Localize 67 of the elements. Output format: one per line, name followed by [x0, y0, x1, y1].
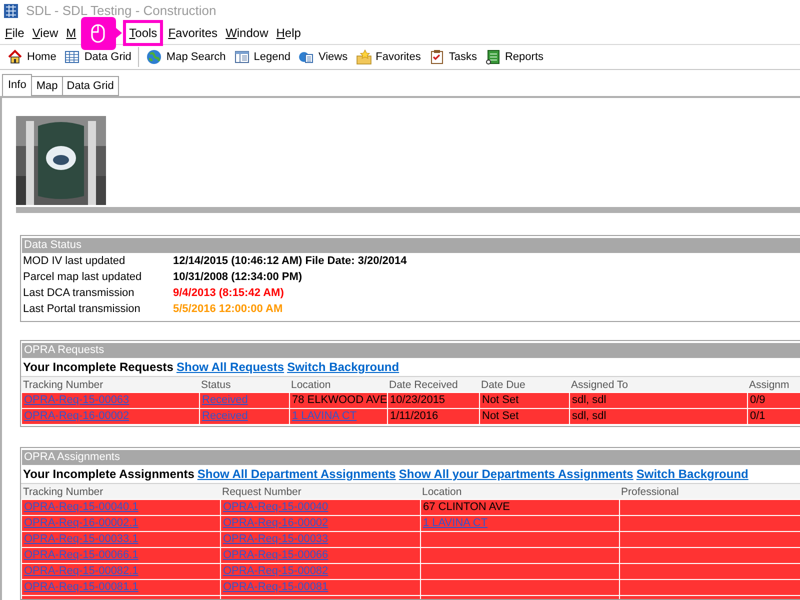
menu-item[interactable]: View — [28, 20, 62, 46]
field-value: 12/14/2015 (10:46:12 AM) File Date: 3/20/2014 — [173, 254, 407, 269]
toolbar-button[interactable]: Home — [4, 46, 60, 68]
app-logo-icon — [4, 4, 18, 18]
table-cell: 67 CLINTON AVE — [423, 501, 510, 513]
globe-document-icon — [298, 49, 314, 65]
tab[interactable]: Map — [32, 76, 63, 96]
link[interactable]: Switch Background — [287, 358, 400, 376]
house-icon — [7, 49, 23, 65]
menu-item[interactable]: Tools — [123, 20, 164, 46]
clipboard-icon — [428, 49, 445, 65]
field-value: 5/5/2016 12:00:00 AM — [173, 302, 283, 317]
column-header: Status — [200, 378, 232, 392]
table-cell: 78 ELKWOOD AVE — [292, 394, 388, 406]
column-header: Location — [290, 378, 332, 392]
tab[interactable]: Data Grid — [62, 76, 119, 96]
section-heading: Your Incomplete Requests — [23, 359, 174, 376]
star-folder-icon — [356, 49, 372, 65]
link[interactable]: Show All Department Assignments — [197, 465, 396, 483]
column-header: Assigned To — [570, 378, 630, 392]
window-title: SDL - SDL Testing - Construction — [26, 2, 216, 20]
toolbar-button[interactable]: Map Search — [143, 46, 229, 68]
field-value: 10/31/2008 (12:34:00 PM) — [173, 270, 302, 285]
table-cell: sdl, sdl — [572, 394, 606, 406]
menu-item[interactable]: Favorites — [164, 20, 222, 46]
section-header: Data Status — [22, 238, 800, 253]
toolbar-button[interactable]: Favorites — [352, 46, 424, 68]
table-cell: 0/1 — [750, 410, 766, 422]
column-header: Location — [421, 485, 463, 499]
panel-icon — [234, 49, 250, 65]
section-header: OPRA Requests — [22, 343, 800, 358]
table-cell: sdl, sdl — [572, 410, 606, 422]
menu-item[interactable]: File — [1, 20, 28, 46]
table-cell: 1/11/2016 — [390, 410, 438, 422]
table-icon — [64, 49, 80, 65]
column-header: Professional — [620, 485, 680, 499]
toolbar-button[interactable]: Tasks — [426, 46, 480, 68]
section-heading: Your Incomplete Assignments — [23, 466, 194, 483]
menu-item[interactable]: M — [62, 20, 80, 46]
table-cell: 0/9 — [750, 394, 766, 406]
link[interactable]: Switch Background — [636, 465, 748, 483]
book-icon — [484, 49, 501, 65]
field-label: Last DCA transmission — [23, 286, 136, 301]
tab[interactable]: Info — [2, 74, 32, 97]
table-cell: 10/23/2015 — [390, 394, 446, 406]
table-cell: Not Set — [482, 394, 519, 406]
link[interactable]: Show All your Departments Assignments — [398, 465, 634, 483]
toolbar-button[interactable]: Reports — [482, 46, 547, 68]
link[interactable]: Show All Requests — [176, 358, 284, 376]
column-header: Tracking Number — [22, 485, 104, 499]
column-header: Date Received — [388, 378, 459, 392]
section-header: OPRA Assignments — [22, 450, 800, 465]
toolbar-button[interactable]: Views — [295, 46, 351, 68]
toolbar-button[interactable]: Data Grid — [61, 46, 134, 68]
field-label: Parcel map last updated — [23, 270, 143, 285]
field-label: Last Portal transmission — [23, 302, 142, 317]
menu-item[interactable]: Help — [272, 20, 305, 46]
toolbar-button[interactable]: Legend — [230, 46, 294, 68]
menu-item[interactable]: Window — [222, 20, 272, 46]
column-header: Request Number — [221, 485, 302, 499]
field-label: MOD IV last updated — [23, 254, 126, 269]
column-header: Assignm — [748, 378, 790, 392]
table-cell: Not Set — [482, 410, 519, 422]
globe-icon — [146, 49, 162, 65]
field-value: 9/4/2013 (8:15:42 AM) — [173, 286, 284, 301]
column-header: Date Due — [480, 378, 526, 392]
column-header: Tracking Number — [22, 378, 104, 392]
